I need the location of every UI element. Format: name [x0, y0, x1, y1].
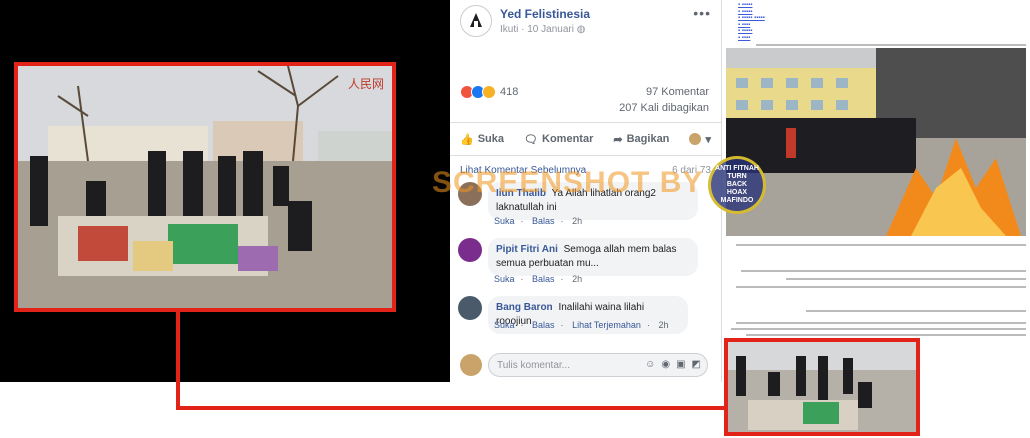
article-caption-line	[756, 44, 1026, 46]
photo-watermark-logo: 人民网	[348, 77, 384, 91]
page-avatar[interactable]	[460, 5, 492, 37]
audience-selector[interactable]: ▾	[689, 133, 711, 146]
article-text-line	[741, 270, 1026, 272]
comment-reply-link[interactable]: Balas	[532, 216, 555, 226]
reaction-summary[interactable]: 418	[460, 85, 518, 99]
article-text-line	[786, 278, 1026, 280]
stamp-line-1: TURN	[727, 173, 747, 180]
article-nav-links: ▪ ▪▪▪▪▪ ▪ ▪▪▪▪▪ ▪ ▪▪▪▪▪ ▪▪▪▪▪ ▪ ▪▪▪▪ ▪ ▪…	[738, 2, 765, 41]
composer-icons: ☺ ◉ ▣ ◩	[645, 359, 701, 370]
comment-like-link[interactable]: Suka	[494, 274, 515, 284]
stamp-line-2: BACK	[726, 181, 748, 188]
comment-label: Komentar	[542, 133, 594, 145]
like-button[interactable]: 👍 Suka	[460, 133, 504, 146]
comment-time[interactable]: 2h	[572, 274, 582, 284]
globe-icon: ◍	[576, 24, 586, 35]
mafindo-stamp-logo: ANTI FITNAH TURN BACK HOAX MAFINDO	[708, 156, 766, 214]
comment-actions: Suka · Balas · 2h	[494, 216, 583, 226]
post-header: Yed Felistinesia Ikuti · 10 Januari ◍ ••…	[450, 0, 721, 48]
share-button[interactable]: ➦ Bagikan	[613, 133, 669, 146]
page-name-link[interactable]: Yed Felistinesia	[500, 7, 590, 21]
article-text-line	[806, 310, 1026, 312]
comments-count-link[interactable]: 97 Komentar	[646, 86, 709, 98]
article-link[interactable]: ▪ ▪▪▪▪▪ ▪▪▪▪▪	[738, 15, 765, 22]
gif-icon[interactable]: ▣	[676, 359, 685, 370]
article-link[interactable]: ▪ ▪▪▪▪	[738, 35, 765, 42]
comment-actions: Suka · Balas · Lihat Terjemahan · 2h	[494, 320, 669, 330]
share-label: Bagikan	[626, 133, 670, 145]
comment-reply-link[interactable]: Balas	[532, 320, 555, 330]
stamp-bottom-text: MAFINDO	[720, 197, 754, 204]
post-action-bar: 👍 Suka 🗨 Komentar ➦ Bagikan ▾	[450, 122, 721, 156]
article-fire-photo	[726, 48, 1026, 236]
stamp-top-text: ANTI FITNAH	[715, 165, 759, 172]
comment-author-link[interactable]: Pipit Fitri Ani	[496, 244, 558, 255]
comment-translate-link[interactable]: Lihat Terjemahan	[572, 320, 641, 330]
post-date[interactable]: 10 Januari	[527, 24, 574, 35]
emoji-icon[interactable]: ☺	[645, 359, 655, 370]
post-meta: Ikuti · 10 Januari ◍	[500, 24, 585, 35]
current-user-avatar	[460, 354, 482, 376]
comment-actions: Suka · Balas · 2h	[494, 274, 583, 284]
reaction-count: 418	[500, 86, 519, 98]
comment-time[interactable]: 2h	[658, 320, 668, 330]
sad-reaction-icon	[482, 85, 496, 99]
stamp-line-3: HOAX	[726, 189, 748, 196]
article-text-line	[731, 328, 1026, 330]
highlighted-article-photo	[724, 338, 920, 436]
article-text-line	[736, 322, 1026, 324]
comment-bubble: Pipit Fitri Ani Semoga allah mem balas s…	[488, 238, 698, 276]
commenter-avatar[interactable]	[458, 238, 482, 262]
source-article: ▪ ▪▪▪▪▪ ▪ ▪▪▪▪▪ ▪ ▪▪▪▪▪ ▪▪▪▪▪ ▪ ▪▪▪▪ ▪ ▪…	[722, 0, 1030, 438]
comment-time[interactable]: 2h	[572, 216, 582, 226]
connector-line	[176, 406, 728, 410]
shares-count-link[interactable]: 207 Kali dibagikan	[619, 102, 709, 114]
comment-input[interactable]: Tulis komentar... ☺ ◉ ▣ ◩	[488, 353, 708, 377]
screenshot-watermark: SCREENSHOT BY	[432, 166, 704, 199]
sticker-icon[interactable]: ◩	[692, 359, 701, 370]
article-text-line	[746, 334, 1026, 336]
follow-link[interactable]: Ikuti	[500, 24, 518, 35]
connector-line	[176, 312, 180, 408]
more-options-icon[interactable]: •••	[693, 5, 711, 21]
thumbs-up-icon: 👍	[460, 133, 474, 146]
share-arrow-icon: ➦	[613, 133, 623, 146]
profile-avatar-icon	[689, 133, 702, 145]
camera-icon[interactable]: ◉	[661, 359, 670, 370]
commenter-avatar[interactable]	[458, 296, 482, 320]
comment-composer: Tulis komentar... ☺ ◉ ▣ ◩	[450, 348, 721, 382]
comment-like-link[interactable]: Suka	[494, 216, 515, 226]
like-label: Suka	[477, 133, 505, 145]
comment-button[interactable]: 🗨 Komentar	[524, 133, 593, 146]
highlighted-photo: 人民网	[14, 62, 396, 312]
comment-author-link[interactable]: Bang Baron	[496, 302, 553, 313]
comment-reply-link[interactable]: Balas	[532, 274, 555, 284]
chevron-down-icon: ▾	[705, 133, 711, 146]
comment-input-placeholder: Tulis komentar...	[497, 359, 570, 371]
article-text-line	[736, 286, 1026, 288]
speech-bubble-icon: 🗨	[524, 133, 539, 146]
comment-like-link[interactable]: Suka	[494, 320, 515, 330]
article-text-line	[736, 244, 1026, 246]
